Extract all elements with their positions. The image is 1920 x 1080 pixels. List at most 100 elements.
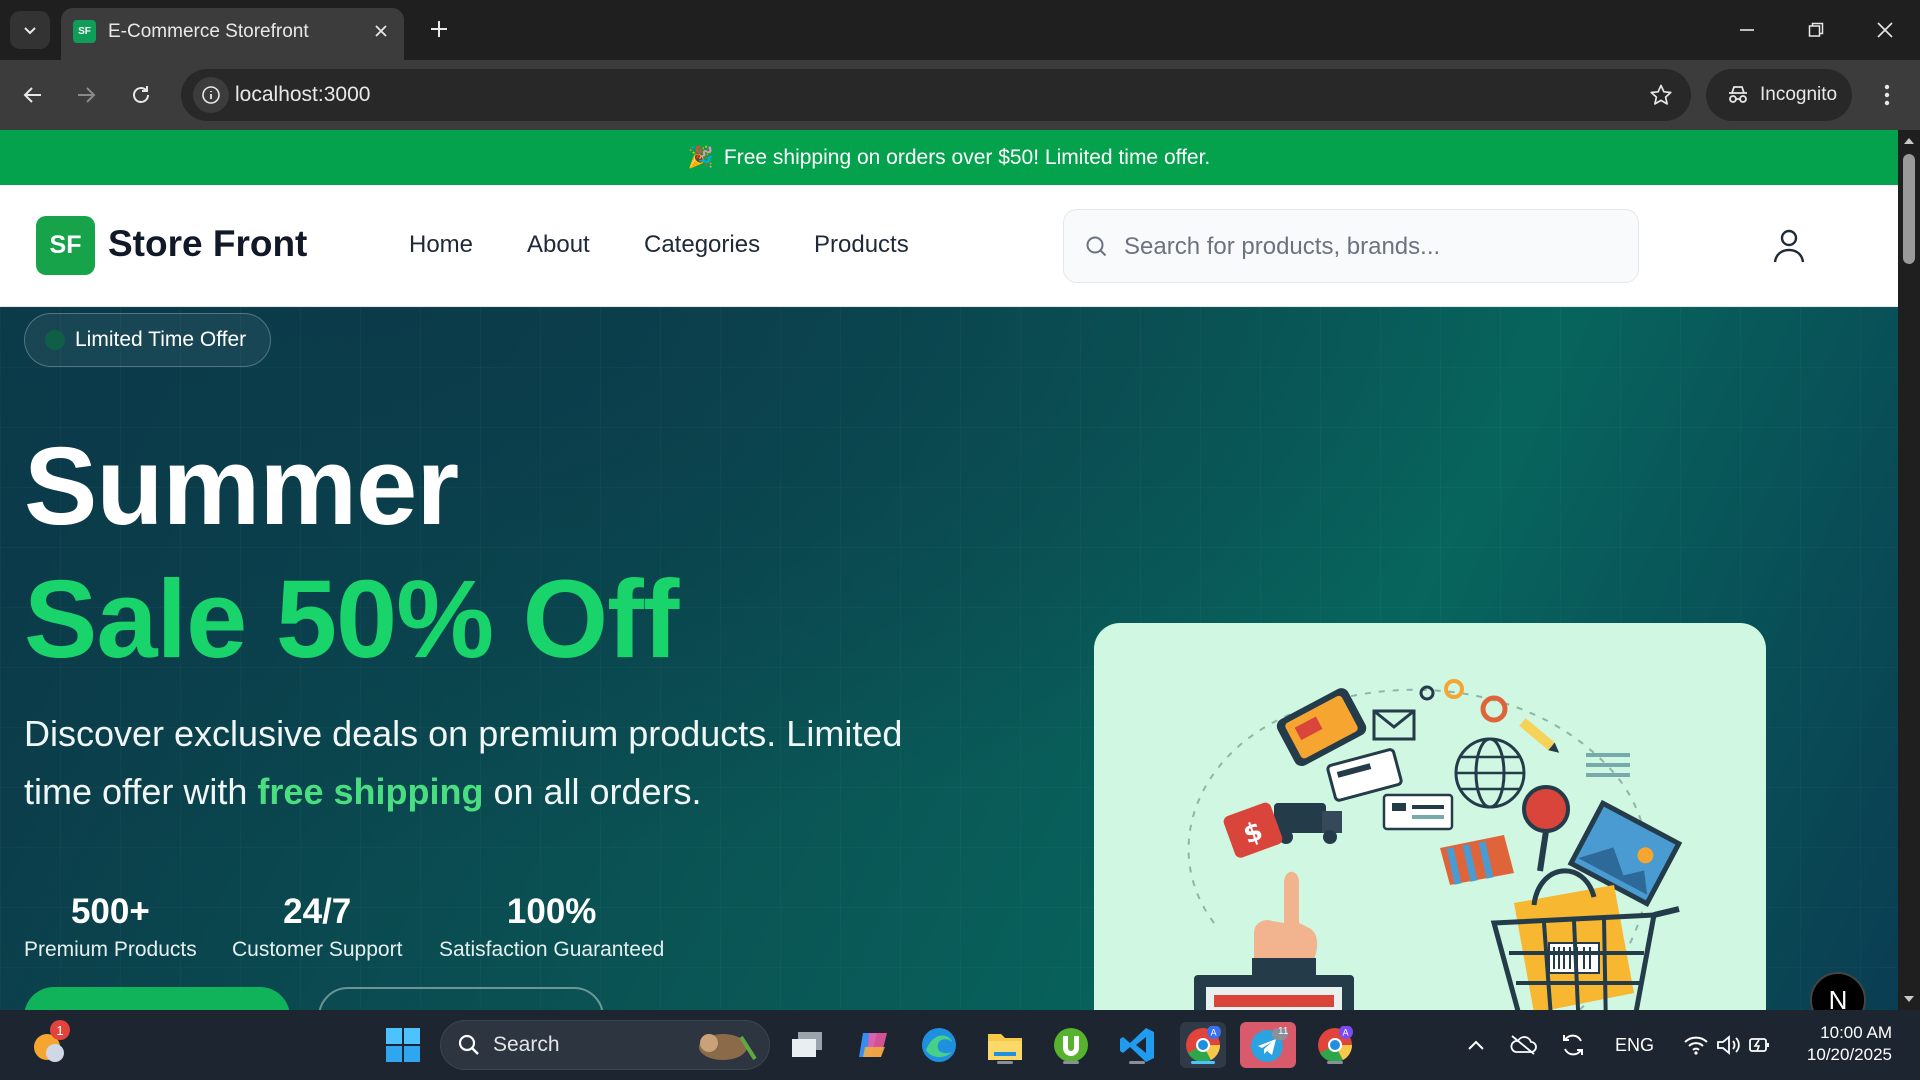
hero-title-line1: Summer bbox=[24, 425, 459, 548]
cloud-off-icon bbox=[1510, 1035, 1537, 1055]
browser-tab-active[interactable]: SF E-Commerce Storefront bbox=[61, 8, 404, 60]
file-explorer-button[interactable] bbox=[982, 1022, 1028, 1068]
task-view-button[interactable] bbox=[784, 1022, 830, 1068]
chrome-profile-a-button[interactable]: A bbox=[1180, 1022, 1226, 1068]
stat-label: Premium Products bbox=[24, 938, 197, 961]
telegram-unread-count: 11 bbox=[1278, 1026, 1289, 1037]
tab-search-button[interactable] bbox=[10, 11, 50, 49]
incognito-label: Incognito bbox=[1760, 84, 1838, 105]
running-indicator bbox=[1063, 1061, 1079, 1064]
scroll-up-arrow-icon[interactable] bbox=[1902, 134, 1916, 148]
stat-value: 24/7 bbox=[283, 892, 352, 931]
taskbar-clock[interactable]: 10:00 AM 10/20/2025 bbox=[1790, 1022, 1892, 1066]
nav-home[interactable]: Home bbox=[409, 231, 473, 259]
start-button[interactable] bbox=[380, 1022, 426, 1068]
copilot-icon bbox=[859, 1033, 887, 1057]
onedrive-tray-icon[interactable] bbox=[1503, 1022, 1543, 1068]
stat-label: Customer Support bbox=[232, 938, 403, 961]
sync-tray-icon[interactable] bbox=[1553, 1022, 1593, 1068]
wifi-icon bbox=[1684, 1036, 1708, 1055]
search-input[interactable] bbox=[1124, 228, 1614, 266]
nav-products[interactable]: Products bbox=[814, 231, 909, 259]
hero-desc-highlight: free shipping bbox=[257, 771, 484, 812]
url-text: localhost:3000 bbox=[235, 83, 371, 106]
nav-categories[interactable]: Categories bbox=[644, 231, 760, 259]
notification-count: 1 bbox=[50, 1020, 70, 1040]
hero-desc-after: on all orders. bbox=[483, 771, 702, 812]
incognito-indicator[interactable]: Incognito bbox=[1706, 69, 1852, 121]
stat-label: Satisfaction Guaranteed bbox=[439, 938, 665, 961]
running-indicator bbox=[997, 1061, 1013, 1064]
volume-icon bbox=[1717, 1035, 1740, 1055]
scroll-down-arrow-icon[interactable] bbox=[1902, 992, 1916, 1006]
chrome-profile-b-button[interactable]: A bbox=[1312, 1022, 1358, 1068]
svg-text:A: A bbox=[1343, 1029, 1350, 1039]
telegram-button[interactable]: 11 bbox=[1240, 1022, 1296, 1068]
edge-icon bbox=[922, 1028, 956, 1062]
site-info-button[interactable] bbox=[193, 77, 229, 113]
browser-toolbar: localhost:3000 Incognito bbox=[0, 60, 1920, 130]
reload-icon bbox=[133, 86, 149, 103]
restore-icon bbox=[1808, 22, 1824, 37]
address-bar[interactable]: localhost:3000 bbox=[181, 69, 1691, 121]
new-tab-button[interactable] bbox=[424, 14, 454, 44]
incognito-icon bbox=[1729, 86, 1747, 103]
hero-illustration-card: $ $ bbox=[1094, 623, 1766, 1010]
search-icon bbox=[1086, 236, 1107, 257]
utorrent-icon bbox=[1054, 1028, 1088, 1062]
page-viewport: 🎉 Free shipping on orders over $50! Limi… bbox=[0, 130, 1898, 1010]
chevron-up-icon bbox=[1468, 1040, 1484, 1050]
limited-offer-badge: Limited Time Offer bbox=[24, 313, 272, 367]
badge-label: Limited Time Offer bbox=[75, 328, 247, 351]
page-scrollbar[interactable] bbox=[1898, 130, 1920, 1010]
logo-mark[interactable]: SF bbox=[36, 216, 95, 275]
secondary-cta-button[interactable] bbox=[318, 987, 604, 1010]
announcement-bar: 🎉 Free shipping on orders over $50! Limi… bbox=[0, 130, 1898, 185]
close-icon bbox=[1877, 22, 1893, 38]
search-box[interactable] bbox=[1063, 209, 1639, 283]
minimize-icon bbox=[1740, 29, 1754, 31]
primary-cta-button[interactable] bbox=[24, 987, 290, 1010]
taskbar-search[interactable]: Search bbox=[440, 1020, 770, 1070]
tab-close-button[interactable] bbox=[368, 18, 394, 44]
plus-icon bbox=[431, 21, 447, 37]
scrollbar-thumb[interactable] bbox=[1903, 154, 1915, 264]
browser-menu-button[interactable] bbox=[1870, 77, 1904, 113]
sync-icon bbox=[1563, 1034, 1583, 1056]
star-icon bbox=[1650, 84, 1672, 105]
svg-text:A: A bbox=[1211, 1029, 1218, 1039]
quick-settings-button[interactable] bbox=[1668, 1022, 1788, 1068]
arrow-left-icon bbox=[23, 87, 41, 103]
chrome-icon: A bbox=[1318, 1026, 1353, 1062]
close-window-button[interactable] bbox=[1860, 10, 1910, 50]
active-indicator bbox=[1191, 1061, 1215, 1064]
running-indicator bbox=[1129, 1061, 1145, 1064]
minimize-button[interactable] bbox=[1722, 10, 1772, 50]
copilot-button[interactable] bbox=[850, 1022, 896, 1068]
stat-value: 500+ bbox=[70, 892, 150, 931]
nav-about[interactable]: About bbox=[527, 231, 590, 259]
hero-title-line2: Sale 50% Off bbox=[24, 558, 679, 681]
task-view-icon bbox=[792, 1032, 822, 1057]
forward-button[interactable] bbox=[66, 75, 106, 115]
bookmark-button[interactable] bbox=[1645, 79, 1677, 111]
stat-satisfaction: 100% Satisfaction Guaranteed bbox=[439, 892, 664, 962]
logo-text[interactable]: Store Front bbox=[108, 223, 307, 265]
hero-section: Limited Time Offer Summer Sale 50% Off D… bbox=[0, 307, 1898, 1010]
edge-button[interactable] bbox=[916, 1022, 962, 1068]
input-language[interactable]: ENG bbox=[1615, 1035, 1654, 1056]
user-account-icon[interactable] bbox=[1770, 227, 1808, 265]
browser-tab-strip: SF E-Commerce Storefront bbox=[0, 0, 1920, 60]
info-icon bbox=[202, 86, 220, 104]
battery-charging-icon bbox=[1749, 1038, 1769, 1052]
show-hidden-icons-button[interactable] bbox=[1456, 1022, 1496, 1068]
back-button[interactable] bbox=[13, 75, 53, 115]
shopping-cart-illustration: $ $ bbox=[1187, 679, 1683, 1010]
arrow-right-icon bbox=[78, 87, 96, 103]
vscode-button[interactable] bbox=[1114, 1022, 1160, 1068]
restore-button[interactable] bbox=[1791, 10, 1841, 50]
reload-button[interactable] bbox=[121, 75, 161, 115]
utorrent-button[interactable] bbox=[1048, 1022, 1094, 1068]
weather-widget[interactable]: 1 bbox=[26, 1020, 72, 1068]
stat-value: 100% bbox=[506, 892, 597, 931]
